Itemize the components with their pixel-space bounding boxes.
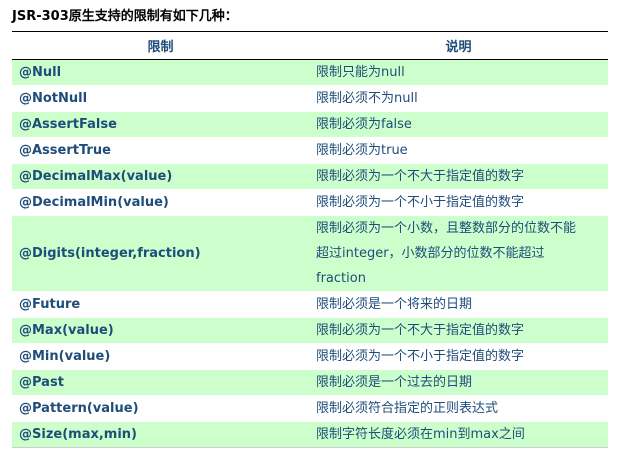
column-header-constraint: 限制	[12, 31, 309, 60]
constraints-table: 限制 说明 @Null 限制只能为null @NotNull 限制必须不为null @A…	[12, 31, 608, 448]
table-body: @Null 限制只能为null @NotNull 限制必须不为null @AssertF…	[12, 59, 608, 448]
constraint-name: @AssertTrue	[12, 137, 309, 164]
constraint-name: @Null	[12, 59, 309, 86]
constraint-description: 限制必须是一个过去的日期	[309, 369, 608, 396]
table-row: @NotNull 限制必须不为null	[12, 85, 608, 112]
constraint-description: 限制必须不为null	[309, 85, 608, 112]
constraint-name: @Past	[12, 369, 309, 396]
column-header-description: 说明	[309, 31, 608, 60]
table-row: @DecimalMin(value) 限制必须为一个不小于指定值的数字	[12, 189, 608, 216]
constraint-name: @Digits(integer,fraction)	[12, 215, 309, 292]
table-row: @Future 限制必须是一个将来的日期	[12, 291, 608, 318]
constraint-name: @Max(value)	[12, 317, 309, 344]
table-row: @AssertTrue 限制必须为true	[12, 137, 608, 164]
constraint-description: 限制必须为一个小数，且整数部分的位数不能 超过integer，小数部分的位数不能超…	[309, 215, 608, 292]
table-row: @Pattern(value) 限制必须符合指定的正则表达式	[12, 395, 608, 422]
constraint-description: 限制必须为一个不大于指定值的数字	[309, 317, 608, 344]
table-header: 限制 说明	[12, 31, 608, 60]
page-title: JSR-303原生支持的限制有如下几种：	[12, 9, 238, 24]
constraint-name: @AssertFalse	[12, 111, 309, 138]
constraint-description: 限制必须为一个不小于指定值的数字	[309, 343, 608, 370]
constraint-name: @NotNull	[12, 85, 309, 112]
constraint-name: @Min(value)	[12, 343, 309, 370]
description-line: 限制必须为一个小数，且整数部分的位数不能	[316, 221, 577, 236]
table-row: @AssertFalse 限制必须为false	[12, 111, 608, 138]
table-row: @Min(value) 限制必须为一个不小于指定值的数字	[12, 343, 608, 370]
constraint-name: @DecimalMax(value)	[12, 163, 309, 190]
constraint-name: @Size(max,min)	[12, 421, 309, 448]
constraint-name: @DecimalMin(value)	[12, 189, 309, 216]
constraint-description: 限制只能为null	[309, 59, 608, 86]
constraint-description: 限制必须为false	[309, 111, 608, 138]
constraint-description: 限制必须为一个不大于指定值的数字	[309, 163, 608, 190]
constraint-description: 限制字符长度必须在min到max之间	[309, 421, 608, 448]
table-row: @Max(value) 限制必须为一个不大于指定值的数字	[12, 317, 608, 344]
constraint-description: 限制必须符合指定的正则表达式	[309, 395, 608, 422]
table-row: @Size(max,min) 限制字符长度必须在min到max之间	[12, 421, 608, 448]
constraint-name: @Pattern(value)	[12, 395, 309, 422]
description-line: 超过integer，小数部分的位数不能超过	[316, 246, 545, 261]
constraint-description: 限制必须为一个不小于指定值的数字	[309, 189, 608, 216]
table-row: @DecimalMax(value) 限制必须为一个不大于指定值的数字	[12, 163, 608, 190]
description-line: fraction	[316, 271, 366, 286]
table-row: @Null 限制只能为null	[12, 59, 608, 86]
constraint-description: 限制必须是一个将来的日期	[309, 291, 608, 318]
constraint-name: @Future	[12, 291, 309, 318]
page: JSR-303原生支持的限制有如下几种： 限制 说明 @Null 限制只能为nul…	[0, 0, 631, 449]
table-row: @Past 限制必须是一个过去的日期	[12, 369, 608, 396]
table-row: @Digits(integer,fraction) 限制必须为一个小数，且整数部分…	[12, 215, 608, 292]
constraint-description: 限制必须为true	[309, 137, 608, 164]
